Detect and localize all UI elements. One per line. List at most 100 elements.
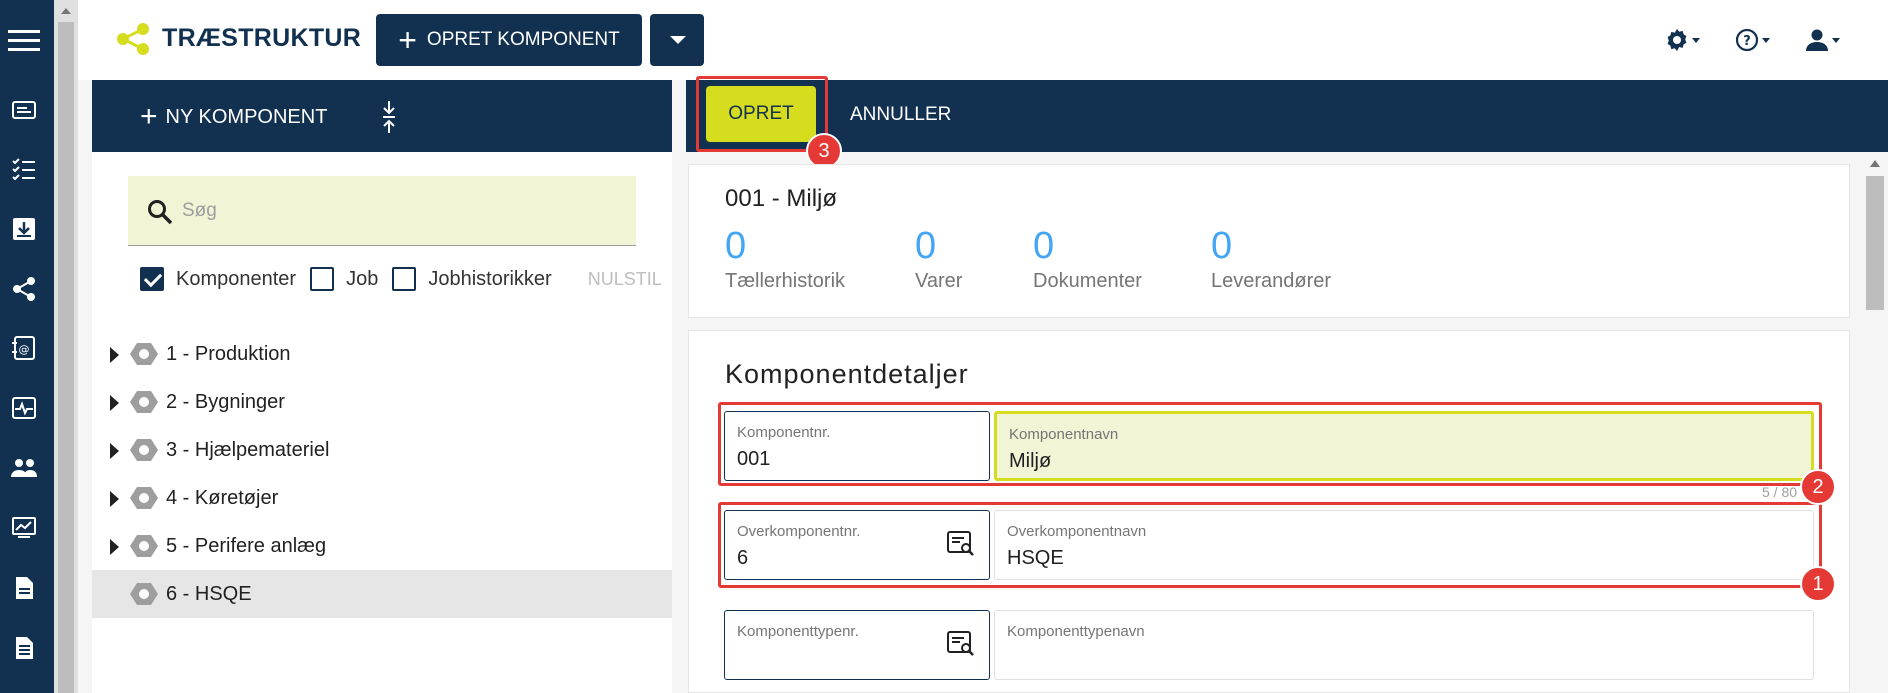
menu-icon[interactable] — [8, 24, 40, 56]
people-icon[interactable] — [10, 454, 38, 482]
collapse-all-icon[interactable] — [382, 100, 396, 134]
new-component-label: NY KOMPONENT — [165, 105, 328, 128]
filter-checkbox-komponenter[interactable] — [140, 267, 164, 291]
tree-node[interactable]: 2 - Bygninger — [92, 378, 672, 426]
user-menu[interactable] — [1804, 26, 1840, 54]
hex-nut-icon — [130, 535, 158, 557]
tree-node-label: 3 - Hjælpemateriel — [166, 439, 330, 461]
parent-no-field[interactable]: Overkomponentnr. 6 — [724, 510, 990, 580]
checklist-icon[interactable] — [10, 155, 38, 183]
chevron-down-icon — [1692, 37, 1700, 43]
lookup-icon[interactable] — [947, 531, 975, 557]
step-badge-2: 2 — [1800, 469, 1836, 505]
parent-no-input[interactable]: 6 — [737, 547, 748, 570]
stat-value: 0 — [915, 225, 937, 267]
scroll-up-arrow-icon[interactable] — [61, 8, 71, 14]
hex-nut-icon — [130, 391, 158, 413]
stat-label: Dokumenter — [1033, 270, 1142, 292]
share-tree-icon[interactable] — [10, 275, 38, 303]
scrollbar-thumb[interactable] — [1866, 176, 1884, 310]
component-name-input[interactable]: Miljø — [1009, 450, 1051, 473]
svg-text:@: @ — [19, 343, 30, 356]
cancel-button[interactable]: ANNULLER — [850, 104, 951, 126]
top-bar: TRÆSTRUKTUR + OPRET KOMPONENT ? — [78, 0, 1888, 80]
component-no-input[interactable]: 001 — [737, 448, 770, 471]
filter-checkbox-jobhistorikker[interactable] — [392, 267, 417, 291]
document-lines-icon[interactable] — [10, 634, 38, 662]
expand-arrow-icon[interactable] — [110, 395, 119, 411]
type-no-field[interactable]: Komponenttypenr. — [724, 610, 990, 680]
field-label: Komponenttypenavn — [1007, 623, 1145, 640]
search-field[interactable]: Søg — [128, 176, 636, 246]
panel-divider[interactable] — [672, 80, 686, 693]
expand-arrow-icon[interactable] — [110, 491, 119, 507]
chevron-down-icon — [1762, 37, 1770, 43]
contact-book-icon[interactable]: @ — [10, 334, 38, 362]
tree-node-label: 6 - HSQE — [166, 583, 252, 605]
stat-documents[interactable]: 0 Dokumenter — [1033, 225, 1142, 293]
reset-button[interactable]: NULSTIL — [588, 269, 664, 290]
gear-icon — [1667, 29, 1687, 51]
filter-checkbox-job[interactable] — [310, 267, 335, 291]
plus-icon: + — [398, 22, 417, 58]
type-name-field[interactable]: Komponenttypenavn — [994, 610, 1814, 680]
tree-node-label: 4 - Køretøjer — [166, 487, 279, 509]
chart-monitor-icon[interactable] — [10, 514, 38, 542]
new-component-button[interactable]: + NY KOMPONENT — [140, 102, 327, 132]
tree-panel-header: + NY KOMPONENT — [92, 80, 672, 152]
component-name-field[interactable]: Komponentnavn Miljø — [994, 411, 1814, 481]
tree-node-label: 1 - Produktion — [166, 343, 291, 365]
user-icon — [1806, 29, 1828, 51]
field-label: Komponenttypenr. — [737, 623, 859, 640]
lookup-icon[interactable] — [947, 631, 975, 657]
field-label: Overkomponentnavn — [1007, 523, 1147, 540]
help-menu[interactable]: ? — [1734, 26, 1770, 54]
left-scrollbar[interactable] — [54, 0, 78, 693]
stat-items[interactable]: 0 Varer — [915, 225, 962, 293]
component-no-field[interactable]: Komponentnr. 001 — [724, 411, 990, 481]
stat-value: 0 — [725, 225, 747, 267]
create-dropdown-button[interactable] — [650, 14, 704, 66]
search-icon — [148, 200, 173, 225]
stat-counter-history[interactable]: 0 Tællerhistorik — [725, 225, 845, 293]
tree-panel: Søg Komponenter Job Jobhistorikker NULST… — [92, 152, 672, 693]
filter-row: Komponenter Job Jobhistorikker NULSTIL — [140, 264, 664, 294]
expand-arrow-icon[interactable] — [110, 347, 119, 363]
stat-suppliers[interactable]: 0 Leverandører — [1211, 225, 1331, 293]
right-scrollbar[interactable] — [1862, 152, 1888, 693]
download-box-icon[interactable] — [10, 215, 38, 243]
field-label: Overkomponentnr. — [737, 523, 861, 540]
tree-node[interactable]: 1 - Produktion — [92, 330, 672, 378]
summary-card: 001 - Miljø 0 Tællerhistorik 0 Varer 0 D… — [688, 164, 1850, 318]
char-counter: 5 / 80 — [1762, 484, 1798, 500]
card-icon[interactable] — [10, 96, 38, 124]
stat-value: 0 — [1211, 225, 1233, 267]
tree-node-selected[interactable]: 6 - HSQE — [92, 570, 672, 618]
stat-label: Tællerhistorik — [725, 270, 846, 292]
tree-node-label: 5 - Perifere anlæg — [166, 535, 327, 557]
plus-icon: + — [140, 100, 158, 133]
tree-node[interactable]: 3 - Hjælpemateriel — [92, 426, 672, 474]
scroll-up-arrow-icon[interactable] — [1870, 160, 1880, 167]
expand-arrow-icon[interactable] — [110, 443, 119, 459]
pulse-monitor-icon[interactable] — [10, 394, 38, 422]
app-root: @ TRÆSTRUKTUR + OPRET KOMPONENT ? + NY K… — [0, 0, 1888, 693]
hex-nut-icon — [130, 583, 158, 605]
document-icon[interactable] — [10, 574, 38, 602]
component-tree: 1 - Produktion 2 - Bygninger 3 - Hjælpem… — [92, 330, 672, 618]
parent-name-input[interactable]: HSQE — [1007, 547, 1064, 570]
parent-name-field[interactable]: Overkomponentnavn HSQE — [994, 510, 1814, 580]
settings-menu[interactable] — [1664, 26, 1700, 54]
filter-label: Job — [346, 267, 379, 290]
expand-arrow-icon[interactable] — [110, 539, 119, 555]
scrollbar-thumb[interactable] — [58, 22, 74, 693]
tree-node-label: 2 - Bygninger — [166, 391, 285, 413]
stat-value: 0 — [1033, 225, 1055, 267]
tree-node[interactable]: 4 - Køretøjer — [92, 474, 672, 522]
create-component-button[interactable]: + OPRET KOMPONENT — [376, 14, 642, 66]
create-button[interactable]: OPRET — [706, 86, 816, 142]
create-component-label: OPRET KOMPONENT — [426, 29, 620, 50]
search-input[interactable]: Søg — [182, 200, 217, 222]
filter-label: Jobhistorikker — [428, 267, 552, 290]
tree-node[interactable]: 5 - Perifere anlæg — [92, 522, 672, 570]
